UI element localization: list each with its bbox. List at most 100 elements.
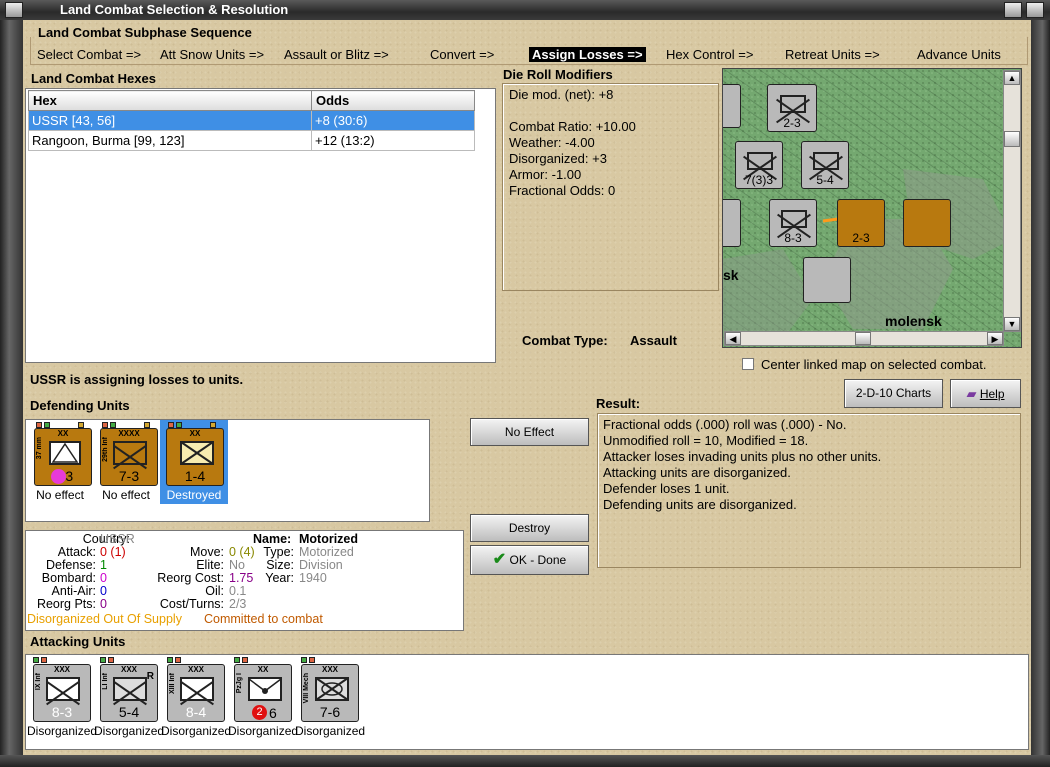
map-vscroll[interactable]: ▲ ▼ <box>1003 70 1021 332</box>
unit-strength: 8-4 <box>185 704 207 720</box>
antitank-icon <box>248 677 282 701</box>
bombard-label: Bombard: <box>41 571 96 585</box>
status-committed: Committed to combat <box>204 612 323 626</box>
ok-done-button[interactable]: ✔ OK - Done <box>470 545 589 575</box>
reorgcost-value: 1.75 <box>229 571 254 585</box>
defending-unit[interactable]: XXXX 29th Inf 7-3 <box>100 428 158 486</box>
die-mod-line: Armor: -1.00 <box>509 167 582 182</box>
attacking-caption: Disorganized <box>27 724 98 738</box>
seq-advance-units: Advance Units <box>917 47 1001 62</box>
table-row[interactable]: USSR [43, 56] +8 (30:6) <box>28 110 475 131</box>
unit-strength: 1-4 <box>184 468 206 484</box>
scroll-up-icon[interactable]: ▲ <box>1004 71 1020 85</box>
seq-convert: Convert => <box>430 47 495 62</box>
close-icon[interactable] <box>1026 2 1044 18</box>
minimize-icon[interactable] <box>1004 2 1022 18</box>
attacking-unit[interactable]: XXX XIII Inf 8-4 <box>167 664 225 722</box>
map-unit-counter[interactable] <box>803 257 851 303</box>
unit-name: PzJg I <box>236 673 243 694</box>
seq-select-combat: Select Combat => <box>37 47 142 62</box>
attacking-unit[interactable]: XX PzJg I 2 6 <box>234 664 292 722</box>
motorized-icon <box>180 441 214 465</box>
map-unit-counter[interactable]: 2-3 <box>767 84 817 132</box>
attacking-caption: Disorganized <box>94 724 165 738</box>
result-line: Attacker loses invading units plus no ot… <box>603 449 882 464</box>
unit-name: IX Inf <box>35 673 42 691</box>
help-label: Help <box>979 387 1005 401</box>
hex-cell: Rangoon, Burma [99, 123] <box>28 130 312 151</box>
linked-map[interactable]: 2-3 7(3)3 5-4 8-3 2-3 sk molensk <box>722 68 1022 348</box>
pip-icon <box>36 422 42 428</box>
result-line: Defender loses 1 unit. <box>603 481 730 496</box>
map-unit-counter[interactable]: 8-3 <box>769 199 817 247</box>
seq-assign-losses: Assign Losses => <box>529 47 646 62</box>
scroll-thumb[interactable] <box>855 332 871 345</box>
charts-button[interactable]: 2-D-10 Charts <box>844 379 943 408</box>
col-odds[interactable]: Odds <box>311 90 475 111</box>
pip-icon <box>44 422 50 428</box>
center-map-checkbox[interactable] <box>742 358 754 370</box>
destroy-button[interactable]: Destroy <box>470 514 589 542</box>
window-frame-left <box>0 20 23 767</box>
oil-value: 0.1 <box>229 584 247 598</box>
system-menu-icon[interactable] <box>5 2 23 18</box>
map-hscroll[interactable]: ◀ ▶ <box>724 331 1004 346</box>
scroll-thumb[interactable] <box>1004 131 1020 147</box>
attacking-caption: Disorganized <box>295 724 366 738</box>
die-mod-line: Fractional Odds: 0 <box>509 183 616 198</box>
defending-unit[interactable]: XX 1-4 <box>166 428 224 486</box>
combat-type-label: Combat Type: <box>522 333 608 348</box>
die-mod-net: Die mod. (net): +8 <box>509 87 614 102</box>
pip-icon <box>175 657 181 663</box>
map-unit-counter[interactable] <box>723 84 741 128</box>
attacking-unit[interactable]: XXX VIII Mech 7-6 <box>301 664 359 722</box>
attacking-caption: Disorganized <box>161 724 232 738</box>
no-effect-button[interactable]: No Effect <box>470 418 589 446</box>
scroll-left-icon[interactable]: ◀ <box>725 332 741 345</box>
unit-name: VIII Mech <box>303 673 310 704</box>
pip-icon <box>33 657 39 663</box>
move-value: 0 (4) <box>229 545 255 559</box>
pip-icon <box>41 657 47 663</box>
reorgpts-label: Reorg Pts: <box>36 597 96 611</box>
defending-caption: No effect <box>102 488 150 502</box>
title-bar: Land Combat Selection & Resolution <box>0 0 1050 20</box>
size-label: Size: <box>266 558 294 572</box>
map-unit-counter[interactable]: 2-3 <box>837 199 885 247</box>
unit-size: XXXX <box>118 429 140 438</box>
defending-caption: No effect <box>36 488 84 502</box>
pip-icon <box>144 422 150 428</box>
pip-icon <box>102 422 108 428</box>
seq-assault-blitz: Assault or Blitz => <box>284 47 389 62</box>
pip-icon <box>167 657 173 663</box>
pip-icon <box>309 657 315 663</box>
window-frame-right <box>1031 20 1050 767</box>
result-line: Fractional odds (.000) roll was (.000) -… <box>603 417 847 432</box>
pip-icon <box>78 422 84 428</box>
scroll-right-icon[interactable]: ▶ <box>987 332 1003 345</box>
map-unit-counter[interactable] <box>723 199 741 247</box>
table-row[interactable]: Rangoon, Burma [99, 123] +12 (13:2) <box>28 130 475 151</box>
unit-strength: 6 <box>269 705 277 721</box>
seq-retreat-units: Retreat Units => <box>785 47 880 62</box>
unit-strength: 5-4 <box>118 704 140 720</box>
map-unit-counter[interactable] <box>903 199 951 247</box>
map-unit-counter[interactable]: 5-4 <box>801 141 849 189</box>
infantry-icon <box>113 677 147 701</box>
help-button[interactable]: ▰ Help <box>950 379 1021 408</box>
defending-unit[interactable]: XX 37 mm 2-3 <box>34 428 92 486</box>
oil-label: Oil: <box>205 584 224 598</box>
infantry-icon <box>180 677 214 701</box>
die-mod-line: Weather: -4.00 <box>509 135 595 150</box>
attacking-unit[interactable]: XXX LI Inf R 5-4 <box>100 664 158 722</box>
pip-icon <box>234 657 240 663</box>
attacking-unit[interactable]: XXX IX Inf 8-3 <box>33 664 91 722</box>
map-unit-counter[interactable]: 7(3)3 <box>735 141 783 189</box>
scroll-down-icon[interactable]: ▼ <box>1004 317 1020 331</box>
help-book-icon: ▰ <box>966 386 977 401</box>
col-hex[interactable]: Hex <box>28 90 312 111</box>
year-label: Year: <box>265 571 294 585</box>
status-text: USSR is assigning losses to units. <box>30 372 244 387</box>
size-value: Division <box>299 558 343 572</box>
costturns-label: Cost/Turns: <box>159 597 224 611</box>
